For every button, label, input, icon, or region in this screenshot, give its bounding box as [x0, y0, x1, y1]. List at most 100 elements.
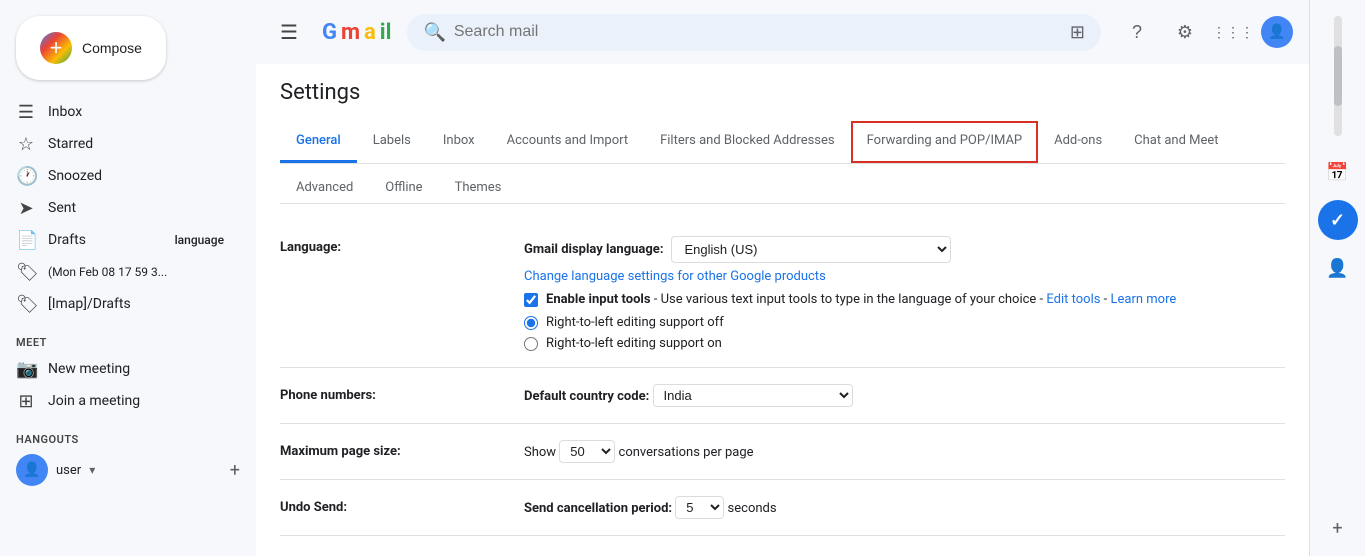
show-label: Show — [524, 445, 559, 460]
phone-value: Default country code: India United State… — [524, 384, 1285, 407]
sidebar-item-label: [Imap]/Drafts — [48, 296, 131, 312]
reply-value: Reply Reply all — [524, 552, 1285, 556]
edit-tools-link[interactable]: Edit tools — [1046, 292, 1100, 307]
rtl-on-label: Right-to-left editing support on — [546, 336, 722, 351]
language-select[interactable]: English (US) English (UK) Spanish French — [671, 236, 951, 263]
help-button[interactable]: ? — [1117, 12, 1157, 52]
grid-icon: ⊞ — [16, 391, 36, 412]
undo-row: Undo Send: Send cancellation period: 5 1… — [280, 480, 1285, 536]
pagesize-select[interactable]: 50 10 25 100 — [559, 440, 615, 463]
gmail-logo: Gmail — [322, 20, 392, 45]
sidebar-item-label: New meeting — [48, 361, 130, 377]
tab-filters[interactable]: Filters and Blocked Addresses — [644, 121, 851, 163]
tab-chat[interactable]: Chat and Meet — [1118, 121, 1234, 163]
tab-offline[interactable]: Offline — [369, 172, 438, 203]
sidebar-item-starred[interactable]: ☆ Starred — [0, 128, 240, 160]
sidebar-item-join-meeting[interactable]: ⊞ Join a meeting — [0, 385, 240, 417]
settings-content: Settings General Labels Inbox Accounts a… — [256, 64, 1309, 556]
sidebar-item-sent[interactable]: ➤ Sent — [0, 192, 240, 224]
logo-m-green: il — [380, 20, 392, 45]
tab-general[interactable]: General — [280, 121, 357, 163]
rtl-on-radio[interactable] — [524, 337, 538, 351]
settings-title: Settings — [280, 80, 1285, 105]
sidebar-item-label1[interactable]: 🏷 (Mon Feb 08 17 59 3... — [0, 256, 240, 288]
tab-forwarding[interactable]: Forwarding and POP/IMAP — [851, 121, 1039, 163]
language-value: Gmail display language: English (US) Eng… — [524, 236, 1285, 351]
calendar-icon-btn[interactable]: 📅 — [1318, 152, 1358, 192]
logo-m-red: m — [341, 20, 360, 45]
default-country-label: Default country code: — [524, 389, 653, 404]
hangouts-avatar[interactable]: 👤 — [16, 454, 48, 486]
hangouts-add-icon[interactable]: + — [230, 460, 240, 481]
hangouts-dropdown-icon[interactable]: ▾ — [89, 463, 95, 477]
search-bar: 🔍 ⊞ — [407, 14, 1101, 51]
sidebar-item-label2[interactable]: 🏷 [Imap]/Drafts — [0, 288, 240, 320]
sidebar-item-label: Inbox — [48, 104, 82, 120]
rtl-off-label: Right-to-left editing support off — [546, 315, 724, 330]
undo-value: Send cancellation period: 5 10 20 30 sec… — [524, 496, 1285, 519]
scrollbar[interactable] — [1334, 16, 1342, 136]
tab-accounts[interactable]: Accounts and Import — [491, 121, 644, 163]
reply-label: Default reply behavior: Learn more — [280, 552, 500, 556]
secondary-tabs: Advanced Offline Themes — [280, 172, 1285, 204]
meet-section-label: Meet — [0, 328, 256, 353]
search-icon: 🔍 — [423, 22, 445, 43]
menu-icon[interactable]: ☰ — [272, 12, 306, 52]
star-icon: ☆ — [16, 134, 36, 155]
label-icon: 🏷 — [16, 262, 36, 283]
drafts-icon: 📄 — [16, 230, 36, 251]
per-page-label: conversations per page — [619, 445, 754, 460]
settings-button[interactable]: ⚙ — [1165, 12, 1205, 52]
sidebar-item-inbox[interactable]: ☰ Inbox — [0, 96, 240, 128]
video-icon: 📷 — [16, 359, 36, 380]
clock-icon: 🕐 — [16, 166, 36, 187]
main-content: ☰ Gmail 🔍 ⊞ ? ⚙ ⋮⋮⋮ 👤 Settings General L… — [256, 0, 1309, 556]
hangouts-section-label: Hangouts — [0, 425, 256, 450]
tab-labels[interactable]: Labels — [357, 121, 427, 163]
pagesize-value: Show 50 10 25 100 conversations per page — [524, 440, 1285, 463]
phone-row: Phone numbers: Default country code: Ind… — [280, 368, 1285, 424]
settings-section: Language: Gmail display language: Englis… — [280, 220, 1285, 556]
sidebar-item-label: (Mon Feb 08 17 59 3... — [48, 265, 167, 279]
sidebar-item-label: Drafts — [48, 232, 86, 248]
enable-input-tools-label: Enable input tools - Use various text in… — [546, 292, 1176, 307]
sidebar-item-new-meeting[interactable]: 📷 New meeting — [0, 353, 240, 385]
pagesize-row: Maximum page size: Show 50 10 25 100 con… — [280, 424, 1285, 480]
tasks-icon-btn[interactable]: ✓ — [1318, 200, 1358, 240]
phone-label: Phone numbers: — [280, 384, 500, 403]
sidebar-item-label: Snoozed — [48, 168, 102, 184]
logo-m-yellow: a — [364, 20, 376, 45]
tab-inbox[interactable]: Inbox — [427, 121, 491, 163]
sent-icon: ➤ — [16, 198, 36, 219]
topbar: ☰ Gmail 🔍 ⊞ ? ⚙ ⋮⋮⋮ 👤 — [256, 0, 1309, 64]
search-filter-icon[interactable]: ⊞ — [1070, 22, 1085, 43]
tab-themes[interactable]: Themes — [439, 172, 518, 203]
sidebar-item-drafts[interactable]: 📄 Drafts language — [0, 224, 240, 256]
language-label: Language: — [280, 236, 500, 255]
learn-more-link[interactable]: Learn more — [1111, 292, 1177, 307]
seconds-label: seconds — [728, 501, 777, 516]
hangouts-username: user — [56, 463, 81, 478]
contacts-icon-btn[interactable]: 👤 — [1318, 248, 1358, 288]
primary-tabs: General Labels Inbox Accounts and Import… — [280, 121, 1285, 164]
avatar[interactable]: 👤 — [1261, 16, 1293, 48]
tab-advanced[interactable]: Advanced — [280, 172, 369, 203]
sidebar-item-label: Starred — [48, 136, 93, 152]
undo-select[interactable]: 5 10 20 30 — [675, 496, 724, 519]
sidebar-item-snoozed[interactable]: 🕐 Snoozed — [0, 160, 240, 192]
language-row: Language: Gmail display language: Englis… — [280, 220, 1285, 368]
sidebar: + Compose ☰ Inbox ☆ Starred 🕐 Snoozed ➤ … — [0, 0, 256, 556]
sidebar-item-label: Join a meeting — [48, 393, 140, 409]
send-cancel-label: Send cancellation period: — [524, 501, 675, 516]
apps-button[interactable]: ⋮⋮⋮ — [1213, 12, 1253, 52]
add-icon-btn[interactable]: + — [1318, 508, 1358, 548]
rtl-off-radio[interactable] — [524, 316, 538, 330]
search-input[interactable] — [454, 23, 1062, 41]
tab-addons[interactable]: Add-ons — [1038, 121, 1118, 163]
change-language-link[interactable]: Change language settings for other Googl… — [524, 269, 826, 284]
compose-plus-icon: + — [40, 32, 72, 64]
country-code-select[interactable]: India United States United Kingdom — [653, 384, 853, 407]
enable-input-tools-checkbox[interactable] — [524, 293, 538, 307]
drafts-badge: language — [175, 233, 224, 247]
compose-button[interactable]: + Compose — [16, 16, 166, 80]
